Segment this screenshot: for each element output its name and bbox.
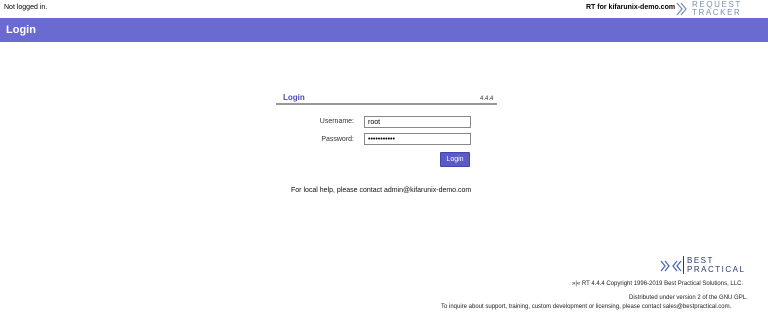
login-page: Not logged in. RT for kifarunix-demo.com… bbox=[0, 0, 768, 314]
request-tracker-wordmark: REQUEST TRACKER bbox=[692, 1, 742, 17]
header-band: Login bbox=[0, 18, 768, 42]
request-tracker-logo[interactable]: REQUEST TRACKER bbox=[675, 1, 765, 17]
local-help-text: For local help, please contact admin@kif… bbox=[291, 187, 472, 194]
login-button[interactable]: Login bbox=[440, 152, 470, 167]
logo-line-2: TRACKER bbox=[692, 8, 742, 17]
login-box-divider bbox=[276, 103, 497, 105]
page-title: Login bbox=[6, 24, 36, 36]
version-label: 4.4.4 bbox=[480, 96, 494, 102]
login-status: Not logged in. bbox=[4, 4, 48, 11]
bp-logo-line-2: PRACTICAL bbox=[687, 265, 746, 274]
password-input[interactable]: ••••••••••• bbox=[364, 133, 471, 145]
site-name: RT for kifarunix-demo.com bbox=[586, 4, 676, 11]
password-label: Password: bbox=[321, 136, 354, 143]
username-input[interactable]: root bbox=[364, 116, 471, 128]
request-tracker-logo-icon bbox=[676, 2, 687, 16]
best-practical-logo[interactable]: BEST PRACTICAL bbox=[660, 256, 760, 276]
best-practical-logo-icon bbox=[660, 260, 682, 272]
bp-logo-line-1: BEST bbox=[687, 256, 714, 265]
top-bar: Not logged in. RT for kifarunix-demo.com… bbox=[0, 0, 768, 18]
login-box-title: Login bbox=[283, 93, 305, 102]
username-label: Username: bbox=[319, 118, 354, 125]
license-text: Distributed under version 2 of the GNU G… bbox=[629, 295, 748, 301]
logo-divider bbox=[683, 256, 684, 274]
inquiry-text: To inquire about support, training, cust… bbox=[441, 304, 732, 310]
copyright-text: »|« RT 4.4.4 Copyright 1996-2019 Best Pr… bbox=[572, 281, 744, 287]
